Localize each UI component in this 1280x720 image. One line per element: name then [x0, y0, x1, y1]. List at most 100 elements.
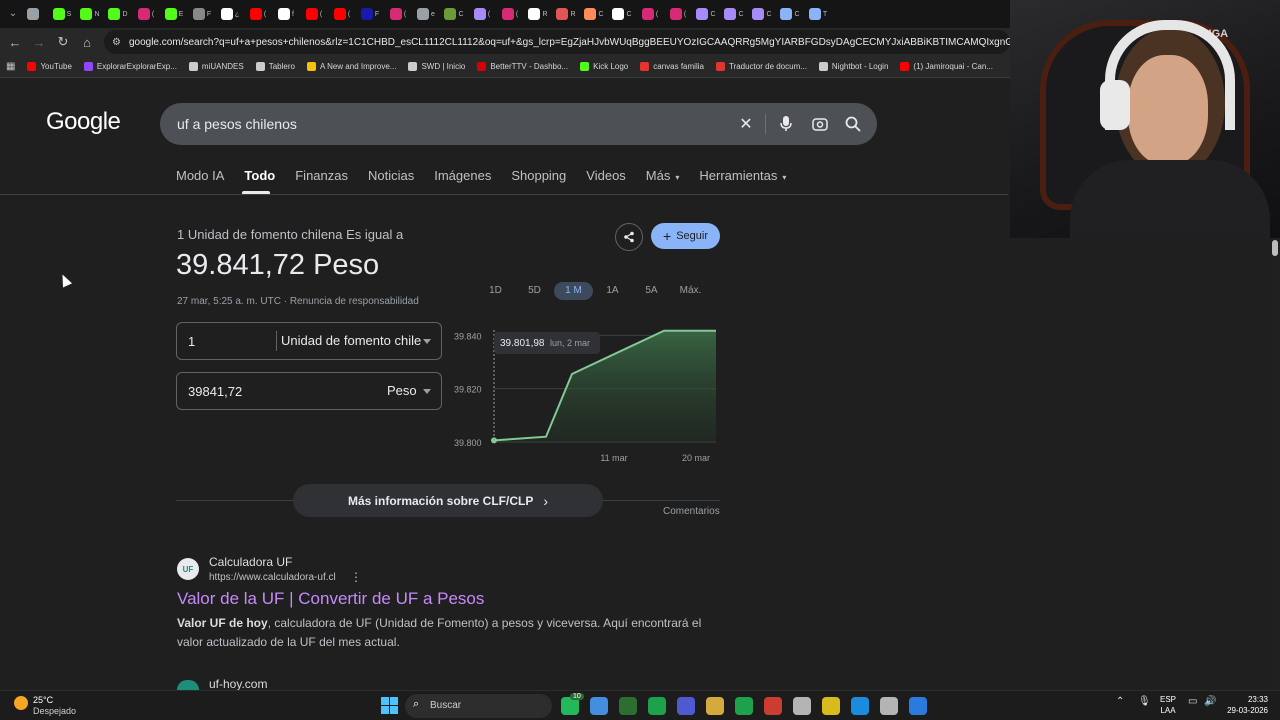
taskbar-app-icon[interactable] — [851, 697, 869, 715]
weather-condition[interactable]: Despejado — [33, 706, 76, 716]
taskbar-app-icon[interactable] — [822, 697, 840, 715]
tab-imágenes[interactable]: Imágenes — [434, 168, 491, 188]
bookmark-item[interactable]: YouTube — [27, 62, 72, 71]
browser-tab[interactable]: ( — [666, 4, 690, 24]
browser-tab[interactable]: ( — [134, 4, 158, 24]
bookmark-item[interactable]: canvas familia — [640, 62, 704, 71]
result-site-name[interactable]: Calculadora UF — [209, 555, 292, 569]
browser-tab[interactable]: C — [610, 4, 634, 24]
browser-tab[interactable]: ¿ — [218, 4, 242, 24]
taskbar-app-icon[interactable] — [880, 697, 898, 715]
browser-tab[interactable]: F — [190, 4, 214, 24]
weather-sun-icon[interactable] — [14, 696, 28, 710]
bookmark-item[interactable]: (1) Jamiroquai - Can... — [900, 62, 993, 71]
browser-tab[interactable]: C — [694, 4, 718, 24]
result-url[interactable]: https://www.calculadora-uf.cl — [209, 572, 336, 583]
taskbar-app-icon[interactable] — [648, 697, 666, 715]
browser-tab[interactable]: C — [582, 4, 606, 24]
browser-tab[interactable]: ( — [246, 4, 270, 24]
follow-button[interactable]: + Seguir — [651, 223, 720, 249]
site-info-icon[interactable]: ⚙ — [112, 37, 121, 48]
share-button[interactable] — [615, 223, 643, 251]
browser-tab[interactable]: C — [750, 4, 774, 24]
browser-tab[interactable]: C — [722, 4, 746, 24]
bookmark-item[interactable]: Kick Logo — [580, 62, 628, 71]
more-info-button[interactable]: Más información sobre CLF/CLP › — [293, 484, 603, 517]
system-clock[interactable]: 23:33 29-03-2026 — [1226, 694, 1268, 716]
bookmark-item[interactable]: ExplorarExplorarExp... — [83, 62, 177, 71]
from-unit-select[interactable]: Unidad de fomento chile — [281, 333, 421, 348]
search-icon[interactable] — [843, 114, 863, 134]
range-1d[interactable]: 1D — [476, 282, 515, 300]
network-icon[interactable]: ▭ — [1188, 696, 1197, 707]
tab-finanzas[interactable]: Finanzas — [295, 168, 348, 188]
volume-icon[interactable]: 🔊 — [1204, 696, 1216, 707]
address-bar[interactable]: ⚙ google.com/search?q=uf+a+pesos+chileno… — [104, 30, 1010, 54]
bookmark-item[interactable]: Nightbot - Login — [818, 62, 888, 71]
page-scrollbar[interactable] — [1270, 238, 1280, 690]
bookmark-item[interactable]: SWD | Inicio — [408, 62, 465, 71]
browser-tab[interactable] — [22, 4, 46, 24]
from-amount-input[interactable]: 1 — [188, 334, 195, 349]
browser-tab[interactable]: T — [806, 4, 830, 24]
bookmark-item[interactable]: A New and Improve... — [306, 62, 396, 71]
range-5a[interactable]: 5A — [632, 282, 671, 300]
tab-noticias[interactable]: Noticias — [368, 168, 414, 188]
range-1a[interactable]: 1A — [593, 282, 632, 300]
to-amount-input[interactable]: 39841,72 — [188, 384, 242, 399]
tray-microphone-icon[interactable]: 🎙 — [1138, 696, 1151, 707]
browser-tab[interactable]: ( — [386, 4, 410, 24]
to-unit-select[interactable]: Peso — [387, 383, 417, 398]
back-arrow-icon[interactable]: ← — [3, 30, 27, 54]
weather-temperature[interactable]: 25°C — [33, 695, 53, 705]
browser-tab[interactable]: ( — [638, 4, 662, 24]
browser-tab[interactable]: S — [50, 4, 74, 24]
taskbar-app-icon[interactable] — [764, 697, 782, 715]
browser-tab[interactable]: e — [414, 4, 438, 24]
taskbar-app-icon[interactable] — [706, 697, 724, 715]
browser-tab[interactable]: f — [274, 4, 298, 24]
taskbar-app-icon[interactable] — [619, 697, 637, 715]
apps-grid-icon[interactable]: ▦ — [6, 61, 15, 72]
google-logo[interactable]: Google — [46, 108, 121, 136]
feedback-link[interactable]: Comentarios — [663, 506, 720, 517]
bookmark-item[interactable]: BetterTTV - Dashbo... — [477, 62, 568, 71]
browser-tab[interactable]: D — [106, 4, 130, 24]
forward-arrow-icon[interactable]: → — [27, 30, 51, 54]
windows-start-icon[interactable] — [381, 697, 398, 714]
clear-icon[interactable]: ✕ — [736, 114, 756, 134]
browser-tab[interactable]: ( — [302, 4, 326, 24]
microphone-icon[interactable] — [776, 114, 796, 134]
browser-tab[interactable]: R — [554, 4, 578, 24]
reload-icon[interactable]: ↻ — [51, 30, 75, 54]
browser-tab[interactable]: C — [778, 4, 802, 24]
tab-más[interactable]: Más ▾ — [646, 168, 680, 188]
tab-shopping[interactable]: Shopping — [511, 168, 566, 188]
tab-modo-ia[interactable]: Modo IA — [176, 168, 224, 188]
to-unit-dropdown-icon[interactable] — [423, 389, 431, 394]
home-icon[interactable]: ⌂ — [75, 30, 99, 54]
browser-tab[interactable]: R — [526, 4, 550, 24]
taskbar-app-icon[interactable] — [735, 697, 753, 715]
taskbar-app-icon[interactable] — [793, 697, 811, 715]
taskbar-search[interactable]: ⌕ Buscar — [405, 694, 552, 718]
range-5d[interactable]: 5D — [515, 282, 554, 300]
range-1m[interactable]: 1 M — [554, 282, 593, 300]
tray-chevron-icon[interactable]: ⌃ — [1116, 696, 1124, 707]
bookmark-item[interactable]: Traductor de docum... — [715, 62, 807, 71]
result-title-link[interactable]: Valor de la UF | Convertir de UF a Pesos — [177, 589, 484, 609]
search-box[interactable]: uf a pesos chilenos ✕ — [160, 103, 877, 145]
more-options-icon[interactable]: ⋮ — [350, 570, 362, 584]
taskbar-app-icon[interactable] — [677, 697, 695, 715]
exchange-rate-chart[interactable]: 39.800 39.820 39.840 11 mar 20 mar 39.801,98 l… — [450, 322, 722, 468]
tab-todo[interactable]: Todo — [244, 168, 275, 188]
range-máx[interactable]: Máx. — [671, 282, 710, 300]
bookmark-item[interactable]: miUANDES — [188, 62, 244, 71]
tab-videos[interactable]: Videos — [586, 168, 626, 188]
browser-tab[interactable]: F — [358, 4, 382, 24]
browser-tab[interactable]: E — [162, 4, 186, 24]
browser-tab[interactable]: C — [442, 4, 466, 24]
browser-tab[interactable]: ( — [470, 4, 494, 24]
taskbar-app-icon[interactable] — [909, 697, 927, 715]
next-site-favicon[interactable] — [177, 680, 199, 690]
